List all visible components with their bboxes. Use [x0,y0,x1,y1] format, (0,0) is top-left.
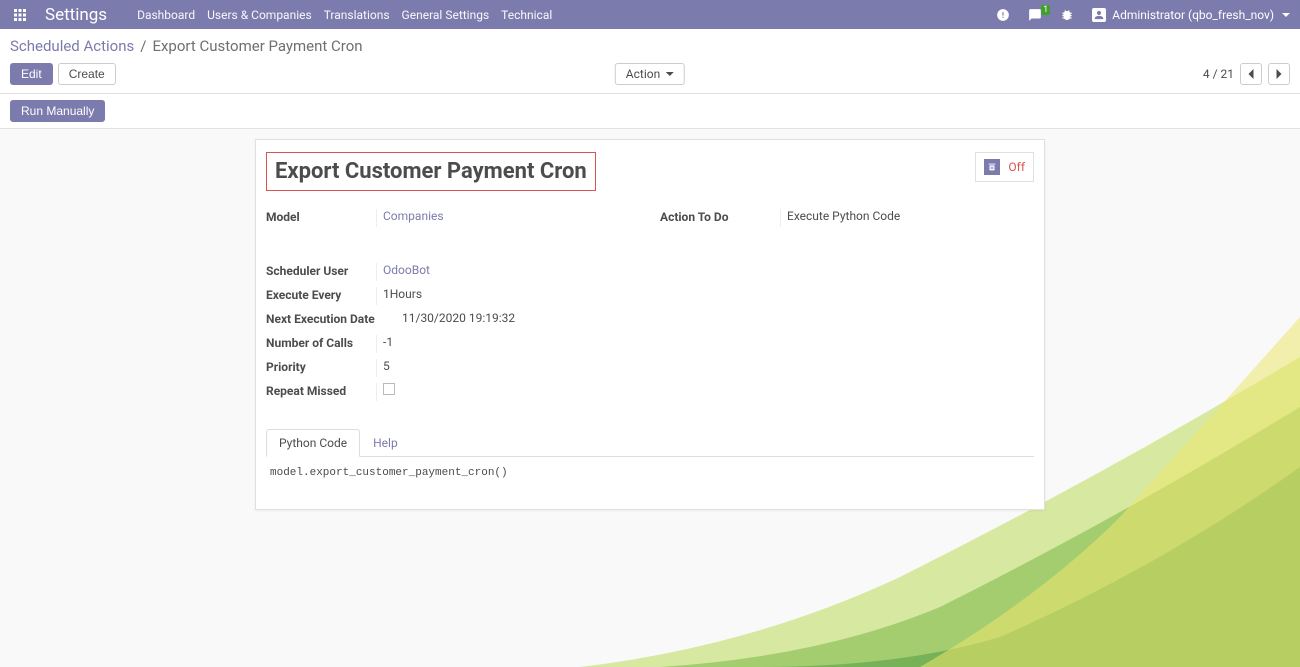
nav-general-settings[interactable]: General Settings [402,8,490,22]
value-action-to-do: Execute Python Code [780,209,1034,227]
record-title: Export Customer Payment Cron [275,159,587,184]
value-scheduler-user[interactable]: OdooBot [376,263,1034,281]
value-execute-every: 1Hours [376,287,1034,305]
breadcrumb-sep: / [140,37,146,55]
breadcrumb: Scheduled Actions / Export Customer Paym… [10,37,363,55]
tab-python-code[interactable]: Python Code [266,429,360,457]
messaging-icon[interactable]: 1 [1028,8,1042,22]
label-execute-every: Execute Every [266,287,376,302]
label-action-to-do: Action To Do [660,209,780,224]
run-manually-button[interactable]: Run Manually [10,100,105,122]
label-num-calls: Number of Calls [266,335,376,350]
user-avatar-icon [1092,8,1106,22]
value-next-exec: 11/30/2020 19:19:32 [396,311,1034,329]
value-model[interactable]: Companies [376,209,640,227]
pager-next[interactable] [1268,63,1290,85]
create-button[interactable]: Create [58,63,116,85]
nav-users-companies[interactable]: Users & Companies [207,8,312,22]
pager-prev[interactable] [1240,63,1262,85]
label-repeat-missed: Repeat Missed [266,383,376,398]
action-dropdown[interactable]: Action [615,63,685,85]
tabs: Python Code Help [266,429,1034,457]
record-title-highlight: Export Customer Payment Cron [266,152,596,191]
value-priority: 5 [376,359,1034,377]
form-sheet: Export Customer Payment Cron Off Model C… [255,139,1045,510]
nav-links: Dashboard Users & Companies Translations… [137,8,552,22]
caret-down-icon [666,72,674,76]
action-label: Action [626,67,660,81]
value-repeat-missed [376,383,1034,401]
python-code: model.export_customer_payment_cron() [266,457,1034,489]
label-priority: Priority [266,359,376,374]
nav-technical[interactable]: Technical [501,8,552,22]
nav-translations[interactable]: Translations [324,8,390,22]
label-scheduler-user: Scheduler User [266,263,376,278]
edit-button[interactable]: Edit [10,63,53,85]
label-next-exec: Next Execution Date [266,311,396,326]
value-num-calls: -1 [376,335,1034,353]
app-title[interactable]: Settings [45,5,107,25]
status-bar: Run Manually [0,94,1300,129]
toggle-label: Off [1008,160,1025,174]
breadcrumb-current: Export Customer Payment Cron [152,37,362,55]
user-menu[interactable]: Administrator (qbo_fresh_nov) [1092,8,1290,22]
user-label: Administrator (qbo_fresh_nov) [1112,8,1274,22]
control-bar: Scheduled Actions / Export Customer Paym… [0,29,1300,94]
tab-help[interactable]: Help [360,429,411,456]
archive-icon [984,159,1000,175]
breadcrumb-link[interactable]: Scheduled Actions [10,37,134,55]
pager-text: 4 / 21 [1203,67,1234,81]
active-toggle[interactable]: Off [975,152,1034,182]
label-model: Model [266,209,376,224]
nav-dashboard[interactable]: Dashboard [137,8,195,22]
caret-down-icon [1282,13,1290,17]
activity-icon[interactable] [996,8,1010,22]
apps-icon[interactable] [10,5,30,25]
messaging-badge: 1 [1041,5,1050,15]
top-right: 1 Administrator (qbo_fresh_nov) [996,8,1290,22]
top-nav: Settings Dashboard Users & Companies Tra… [0,0,1300,29]
repeat-missed-checkbox[interactable] [383,383,395,395]
debug-icon[interactable] [1060,8,1074,22]
